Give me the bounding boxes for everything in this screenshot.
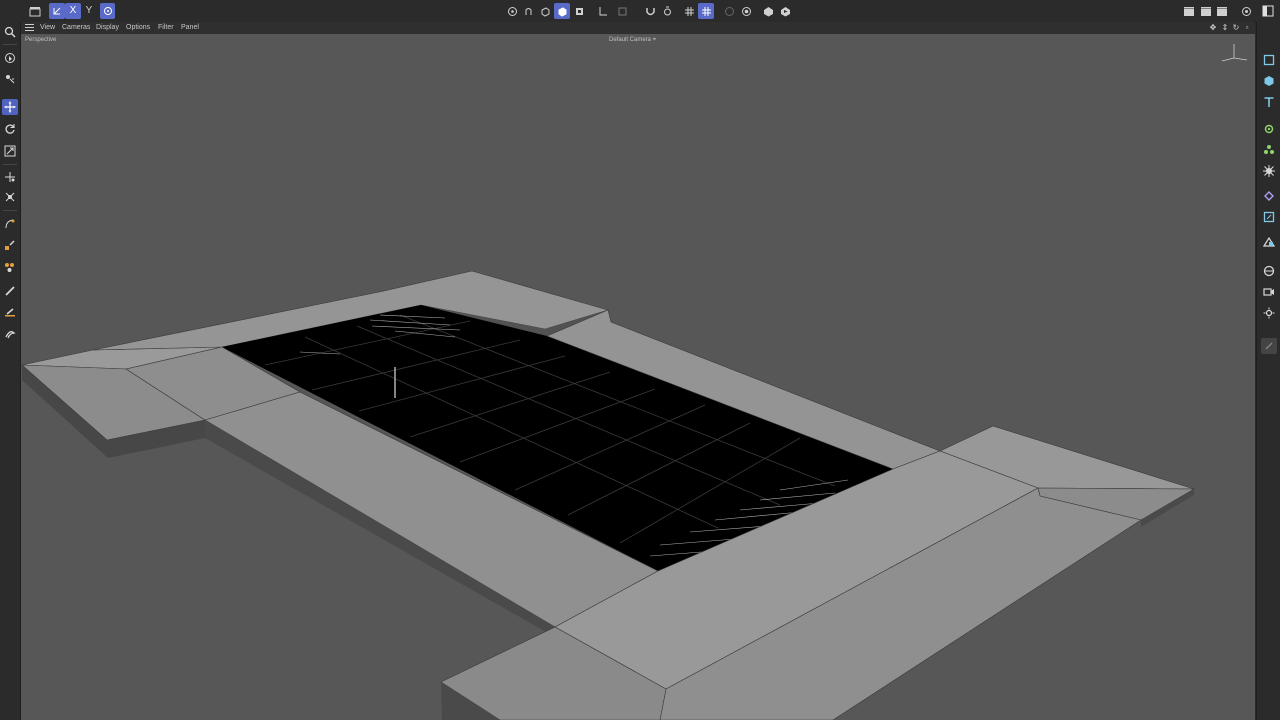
panel-icon[interactable]: [1260, 3, 1276, 19]
camera-link-icon: ⌖: [652, 37, 657, 43]
render-active-icon[interactable]: [777, 3, 793, 19]
render-region-icon[interactable]: [760, 3, 776, 19]
polygon-mode-icon[interactable]: [554, 3, 570, 19]
rotate-icon[interactable]: [2, 121, 18, 137]
model-mode-icon[interactable]: [504, 3, 520, 19]
rotate-view-icon[interactable]: [2, 71, 18, 87]
snap-settings-icon[interactable]: [659, 3, 675, 19]
paint-icon[interactable]: [2, 237, 18, 253]
cube-icon[interactable]: [1261, 52, 1277, 68]
transfer-icon[interactable]: [2, 169, 18, 185]
axis-gizmo-icon: [1221, 44, 1248, 62]
light-icon[interactable]: [1261, 305, 1277, 321]
scene-icon[interactable]: [1261, 234, 1277, 250]
axis-mode-icon[interactable]: [594, 3, 610, 19]
edge-mode-icon[interactable]: [537, 3, 553, 19]
spline-pen-icon[interactable]: [2, 283, 18, 299]
grid-snap-icon[interactable]: [681, 3, 697, 19]
maximize-view-icon[interactable]: ▫: [1242, 23, 1252, 33]
camera-label-text: Default Camera: [609, 37, 652, 43]
generator-icon[interactable]: [1261, 121, 1277, 137]
deformer-icon[interactable]: [1261, 163, 1277, 179]
zoom-view-icon[interactable]: ⇕: [1220, 23, 1230, 33]
workplane-icon[interactable]: [698, 3, 714, 19]
axis-x-button[interactable]: X: [65, 3, 81, 19]
toolbar-divider: [3, 210, 17, 211]
knife-icon[interactable]: [2, 216, 18, 232]
menu-options[interactable]: Options: [126, 22, 150, 34]
render-icon[interactable]: [1181, 3, 1197, 19]
projection-label: Perspective: [25, 37, 57, 43]
toolbar-divider: [3, 44, 17, 45]
clapper-icon[interactable]: [27, 3, 43, 19]
field-icon[interactable]: [1261, 188, 1277, 204]
top-toolbar: X Y Z: [0, 0, 1280, 23]
cloner-icon[interactable]: [1261, 142, 1277, 158]
rotate-view-icon[interactable]: ↻: [1231, 23, 1241, 33]
cloth-icon[interactable]: [2, 304, 18, 320]
coord-system-icon[interactable]: [100, 3, 115, 19]
point-mode-icon[interactable]: [520, 3, 536, 19]
3d-viewport[interactable]: View Cameras Display Options Filter Pane…: [21, 22, 1255, 720]
move-view-icon[interactable]: ✥: [1208, 23, 1218, 33]
menu-cameras[interactable]: Cameras: [62, 22, 90, 34]
edit-icon[interactable]: [1261, 338, 1277, 354]
menu-display[interactable]: Display: [96, 22, 119, 34]
picture-viewer-icon[interactable]: [1214, 3, 1230, 19]
material-icon[interactable]: [1261, 263, 1277, 279]
uv-mode-icon[interactable]: [571, 3, 587, 19]
menu-filter[interactable]: Filter: [158, 22, 174, 34]
text-icon[interactable]: [1261, 94, 1277, 110]
menu-panel[interactable]: Panel: [181, 22, 199, 34]
sculpt-icon[interactable]: [2, 326, 18, 342]
menu-view[interactable]: View: [40, 22, 55, 34]
scene-render[interactable]: [21, 22, 1255, 720]
world-coords-icon[interactable]: [49, 3, 65, 19]
render-settings-icon[interactable]: [738, 3, 754, 19]
camera-icon[interactable]: [1261, 284, 1277, 300]
move-icon[interactable]: [2, 99, 18, 115]
sphere-icon[interactable]: [1261, 73, 1277, 89]
toolbar-divider: [3, 164, 17, 165]
snap-icon[interactable]: [2, 189, 18, 205]
viewport-menu-bar: View Cameras Display Options Filter Pane…: [21, 22, 1255, 34]
axis-x-label: X: [69, 5, 77, 16]
search-icon[interactable]: [2, 24, 18, 40]
solo-icon[interactable]: [614, 3, 630, 19]
hamburger-menu-icon[interactable]: [25, 24, 34, 32]
render-queue-icon[interactable]: [1198, 3, 1214, 19]
left-toolbar: [0, 22, 21, 720]
right-toolbar: [1256, 22, 1280, 720]
axis-y-button[interactable]: Y: [81, 3, 97, 19]
brush-icon[interactable]: [2, 259, 18, 275]
magnet-icon[interactable]: [642, 3, 658, 19]
camera-label[interactable]: Default Camera ⌖: [609, 37, 656, 44]
live-select-icon[interactable]: [2, 50, 18, 66]
render-view-icon[interactable]: [721, 3, 737, 19]
axis-y-label: Y: [85, 5, 93, 16]
tag-icon[interactable]: [1261, 209, 1277, 225]
layout-icon[interactable]: [1238, 3, 1254, 19]
scale-icon[interactable]: [2, 143, 18, 159]
